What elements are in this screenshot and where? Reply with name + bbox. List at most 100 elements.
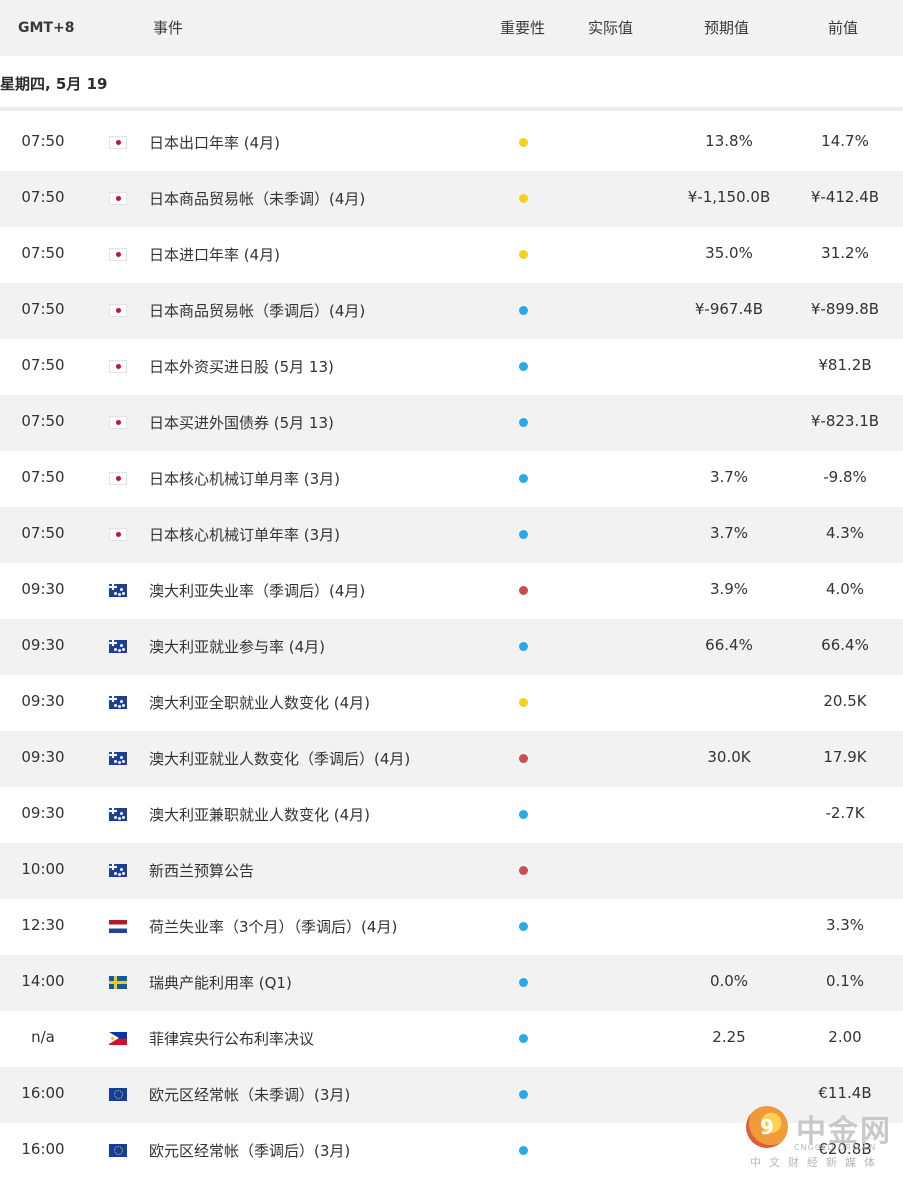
event-time: 07:50	[21, 412, 65, 430]
event-name[interactable]: 日本核心机械订单年率 (3月)	[149, 524, 340, 545]
japan-flag-icon	[109, 472, 127, 485]
forecast-value: 3.7%	[709, 468, 749, 486]
japan-flag-icon	[109, 304, 127, 317]
event-name[interactable]: 菲律宾央行公布利率决议	[149, 1028, 314, 1049]
event-time: 09:30	[21, 804, 65, 822]
event-row[interactable]: 14:00 瑞典产能利用率 (Q1) 0.0% 0.1%	[0, 955, 903, 1011]
importance-column-header: 重要性	[500, 19, 546, 37]
importance-dot-icon	[519, 642, 528, 651]
importance-dot-icon	[519, 474, 528, 483]
importance-dot-icon	[519, 1090, 528, 1099]
australia-flag-icon	[109, 640, 127, 653]
importance-dot-icon	[519, 810, 528, 819]
event-time: 16:00	[21, 1140, 65, 1158]
event-row[interactable]: 09:30 澳大利亚兼职就业人数变化 (4月) -2.7K	[0, 787, 903, 843]
forecast-value: ¥-1,150.0B	[687, 188, 771, 206]
event-time: 07:50	[21, 188, 65, 206]
event-row[interactable]: 10:00 新西兰预算公告	[0, 843, 903, 899]
event-time: 07:50	[21, 244, 65, 262]
event-row[interactable]: 07:50 日本买进外国债券 (5月 13) ¥-823.1B	[0, 395, 903, 451]
importance-dot-icon	[519, 922, 528, 931]
event-time: 16:00	[21, 1084, 65, 1102]
event-row[interactable]: 07:50 日本进口年率 (4月) 35.0% 31.2%	[0, 227, 903, 283]
event-row[interactable]: 09:30 澳大利亚就业人数变化（季调后）(4月) 30.0K 17.9K	[0, 731, 903, 787]
japan-flag-icon	[109, 528, 127, 541]
event-time: 09:30	[21, 692, 65, 710]
forecast-value: 66.4%	[705, 636, 753, 654]
australia-flag-icon	[109, 584, 127, 597]
previous-value: -9.8%	[823, 468, 867, 486]
event-name[interactable]: 欧元区经常帐（季调后）(3月)	[149, 1140, 350, 1161]
event-name[interactable]: 日本核心机械订单月率 (3月)	[149, 468, 340, 489]
event-time: 09:30	[21, 636, 65, 654]
event-time: 12:30	[21, 916, 65, 934]
australia-flag-icon	[109, 696, 127, 709]
previous-value: 20.5K	[823, 692, 867, 710]
event-name[interactable]: 澳大利亚全职就业人数变化 (4月)	[149, 692, 370, 713]
event-time: 07:50	[21, 300, 65, 318]
event-row[interactable]: 07:50 日本商品贸易帐（季调后）(4月) ¥-967.4B ¥-899.8B	[0, 283, 903, 339]
event-name[interactable]: 澳大利亚就业参与率 (4月)	[149, 636, 325, 657]
event-row[interactable]: 07:50 日本商品贸易帐（未季调）(4月) ¥-1,150.0B ¥-412.4B	[0, 171, 903, 227]
event-time: 07:50	[21, 468, 65, 486]
philippines-flag-icon	[109, 1032, 127, 1045]
event-time: 07:50	[21, 524, 65, 542]
importance-dot-icon	[519, 418, 528, 427]
event-name[interactable]: 日本商品贸易帐（季调后）(4月)	[149, 300, 365, 321]
previous-value: €11.4B	[818, 1084, 872, 1102]
event-row[interactable]: 09:30 澳大利亚失业率（季调后）(4月) 3.9% 4.0%	[0, 563, 903, 619]
event-name[interactable]: 澳大利亚就业人数变化（季调后）(4月)	[149, 748, 410, 769]
event-row[interactable]: 07:50 日本核心机械订单年率 (3月) 3.7% 4.3%	[0, 507, 903, 563]
importance-dot-icon	[519, 530, 528, 539]
importance-dot-icon	[519, 866, 528, 875]
event-row[interactable]: 07:50 日本核心机械订单月率 (3月) 3.7% -9.8%	[0, 451, 903, 507]
event-time: 10:00	[21, 860, 65, 878]
previous-value: 4.3%	[825, 524, 865, 542]
event-name[interactable]: 荷兰失业率（3个月）（季调后）(4月)	[149, 916, 397, 937]
event-column-header: 事件	[153, 19, 184, 37]
event-row[interactable]: 07:50 日本外资买进日股 (5月 13) ¥81.2B	[0, 339, 903, 395]
timezone-label[interactable]: GMT+8	[18, 18, 74, 38]
table-header: GMT+8 事件 重要性 实际值 预期值 前值	[0, 0, 903, 56]
watermark-logo-icon: 9	[746, 1106, 788, 1148]
event-name[interactable]: 瑞典产能利用率 (Q1)	[149, 972, 292, 993]
event-name[interactable]: 日本商品贸易帐（未季调）(4月)	[149, 188, 365, 209]
event-row[interactable]: n/a 菲律宾央行公布利率决议 2.25 2.00	[0, 1011, 903, 1067]
japan-flag-icon	[109, 360, 127, 373]
japan-flag-icon	[109, 416, 127, 429]
event-name[interactable]: 澳大利亚失业率（季调后）(4月)	[149, 580, 365, 601]
japan-flag-icon	[109, 136, 127, 149]
previous-value: 0.1%	[825, 972, 865, 990]
importance-dot-icon	[519, 138, 528, 147]
previous-value: ¥-412.4B	[810, 188, 880, 206]
forecast-value: 13.8%	[705, 132, 753, 150]
netherlands-flag-icon	[109, 920, 127, 933]
importance-dot-icon	[519, 586, 528, 595]
forecast-column-header: 预期值	[704, 19, 750, 37]
event-name[interactable]: 新西兰预算公告	[149, 860, 254, 881]
event-row[interactable]: 07:50 日本出口年率 (4月) 13.8% 14.7%	[0, 115, 903, 171]
event-name[interactable]: 日本出口年率 (4月)	[149, 132, 280, 153]
event-name[interactable]: 日本买进外国债券 (5月 13)	[149, 412, 334, 433]
previous-column-header: 前值	[828, 19, 859, 37]
event-name[interactable]: 澳大利亚兼职就业人数变化 (4月)	[149, 804, 370, 825]
importance-dot-icon	[519, 698, 528, 707]
event-time: 07:50	[21, 356, 65, 374]
event-name[interactable]: 日本进口年率 (4月)	[149, 244, 280, 265]
forecast-value: 30.0K	[707, 748, 751, 766]
event-row[interactable]: 09:30 澳大利亚就业参与率 (4月) 66.4% 66.4%	[0, 619, 903, 675]
japan-flag-icon	[109, 248, 127, 261]
importance-dot-icon	[519, 978, 528, 987]
forecast-value: 35.0%	[705, 244, 753, 262]
japan-flag-icon	[109, 192, 127, 205]
forecast-value: 2.25	[712, 1028, 746, 1046]
event-row[interactable]: 12:30 荷兰失业率（3个月）（季调后）(4月) 3.3%	[0, 899, 903, 955]
importance-dot-icon	[519, 250, 528, 259]
event-name[interactable]: 欧元区经常帐（未季调）(3月)	[149, 1084, 350, 1105]
previous-value: ¥-823.1B	[810, 412, 880, 430]
actual-column-header: 实际值	[588, 19, 634, 37]
forecast-value: 3.9%	[709, 580, 749, 598]
event-name[interactable]: 日本外资买进日股 (5月 13)	[149, 356, 334, 377]
event-row[interactable]: 09:30 澳大利亚全职就业人数变化 (4月) 20.5K	[0, 675, 903, 731]
importance-dot-icon	[519, 1034, 528, 1043]
